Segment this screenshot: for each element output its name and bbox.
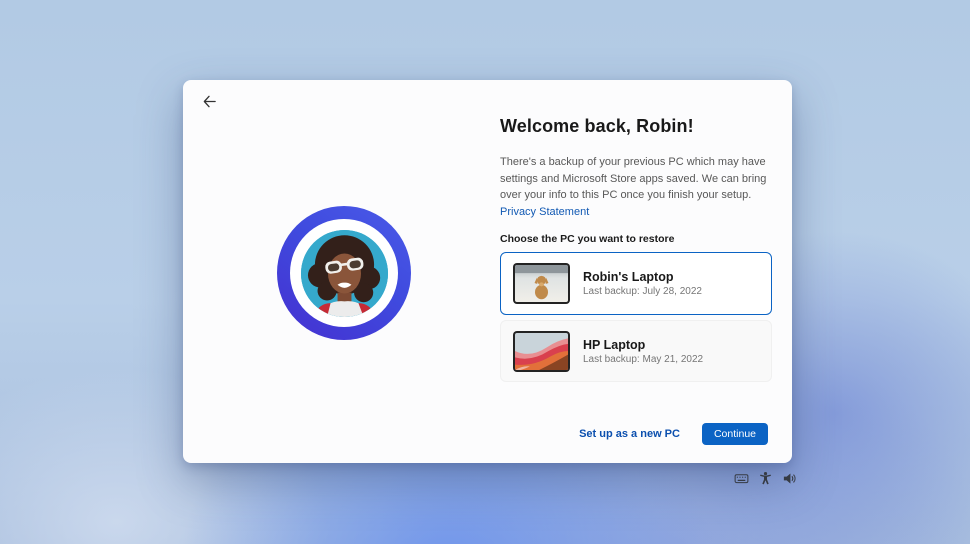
pc-restore-list: Robin's Laptop Last backup: July 28, 202… <box>500 252 772 382</box>
pc-last-backup: Last backup: May 21, 2022 <box>583 354 703 365</box>
avatar-inner-ring <box>290 219 398 327</box>
avatar <box>301 230 388 317</box>
pc-option-robins-laptop[interactable]: Robin's Laptop Last backup: July 28, 202… <box>500 252 772 315</box>
pc-name: HP Laptop <box>583 338 703 352</box>
volume-icon[interactable] <box>782 471 797 486</box>
privacy-statement-link[interactable]: Privacy Statement <box>500 206 589 218</box>
continue-button[interactable]: Continue <box>702 423 768 445</box>
system-tray <box>734 471 797 486</box>
back-arrow-icon <box>202 94 217 109</box>
dialog-content: Welcome back, Robin! There's a backup of… <box>500 80 772 463</box>
red-abstract-wallpaper-icon <box>515 333 568 370</box>
pc-last-backup: Last backup: July 28, 2022 <box>583 286 702 297</box>
keyboard-icon[interactable] <box>734 471 749 486</box>
pc-option-hp-laptop[interactable]: HP Laptop Last backup: May 21, 2022 <box>500 320 772 382</box>
woman-portrait-illustration <box>301 230 388 317</box>
user-avatar-ring <box>277 206 411 340</box>
pc-meta: Robin's Laptop Last backup: July 28, 202… <box>583 270 702 297</box>
laptop-thumbnail-frame <box>513 331 570 372</box>
pc-name: Robin's Laptop <box>583 270 702 284</box>
back-button[interactable] <box>197 89 221 113</box>
laptop-thumbnail-frame <box>513 263 570 304</box>
body-text: There's a backup of your previous PC whi… <box>500 154 772 220</box>
accessibility-icon[interactable] <box>758 471 773 486</box>
page-title: Welcome back, Robin! <box>500 116 772 137</box>
choose-pc-label: Choose the PC you want to restore <box>500 233 772 245</box>
dog-wallpaper-icon <box>515 265 568 302</box>
dialog-footer: Set up as a new PC Continue <box>579 423 768 445</box>
setup-dialog: Welcome back, Robin! There's a backup of… <box>183 80 792 463</box>
pc-meta: HP Laptop Last backup: May 21, 2022 <box>583 338 703 365</box>
setup-new-pc-link[interactable]: Set up as a new PC <box>579 428 680 440</box>
backup-description: There's a backup of your previous PC whi… <box>500 156 766 201</box>
